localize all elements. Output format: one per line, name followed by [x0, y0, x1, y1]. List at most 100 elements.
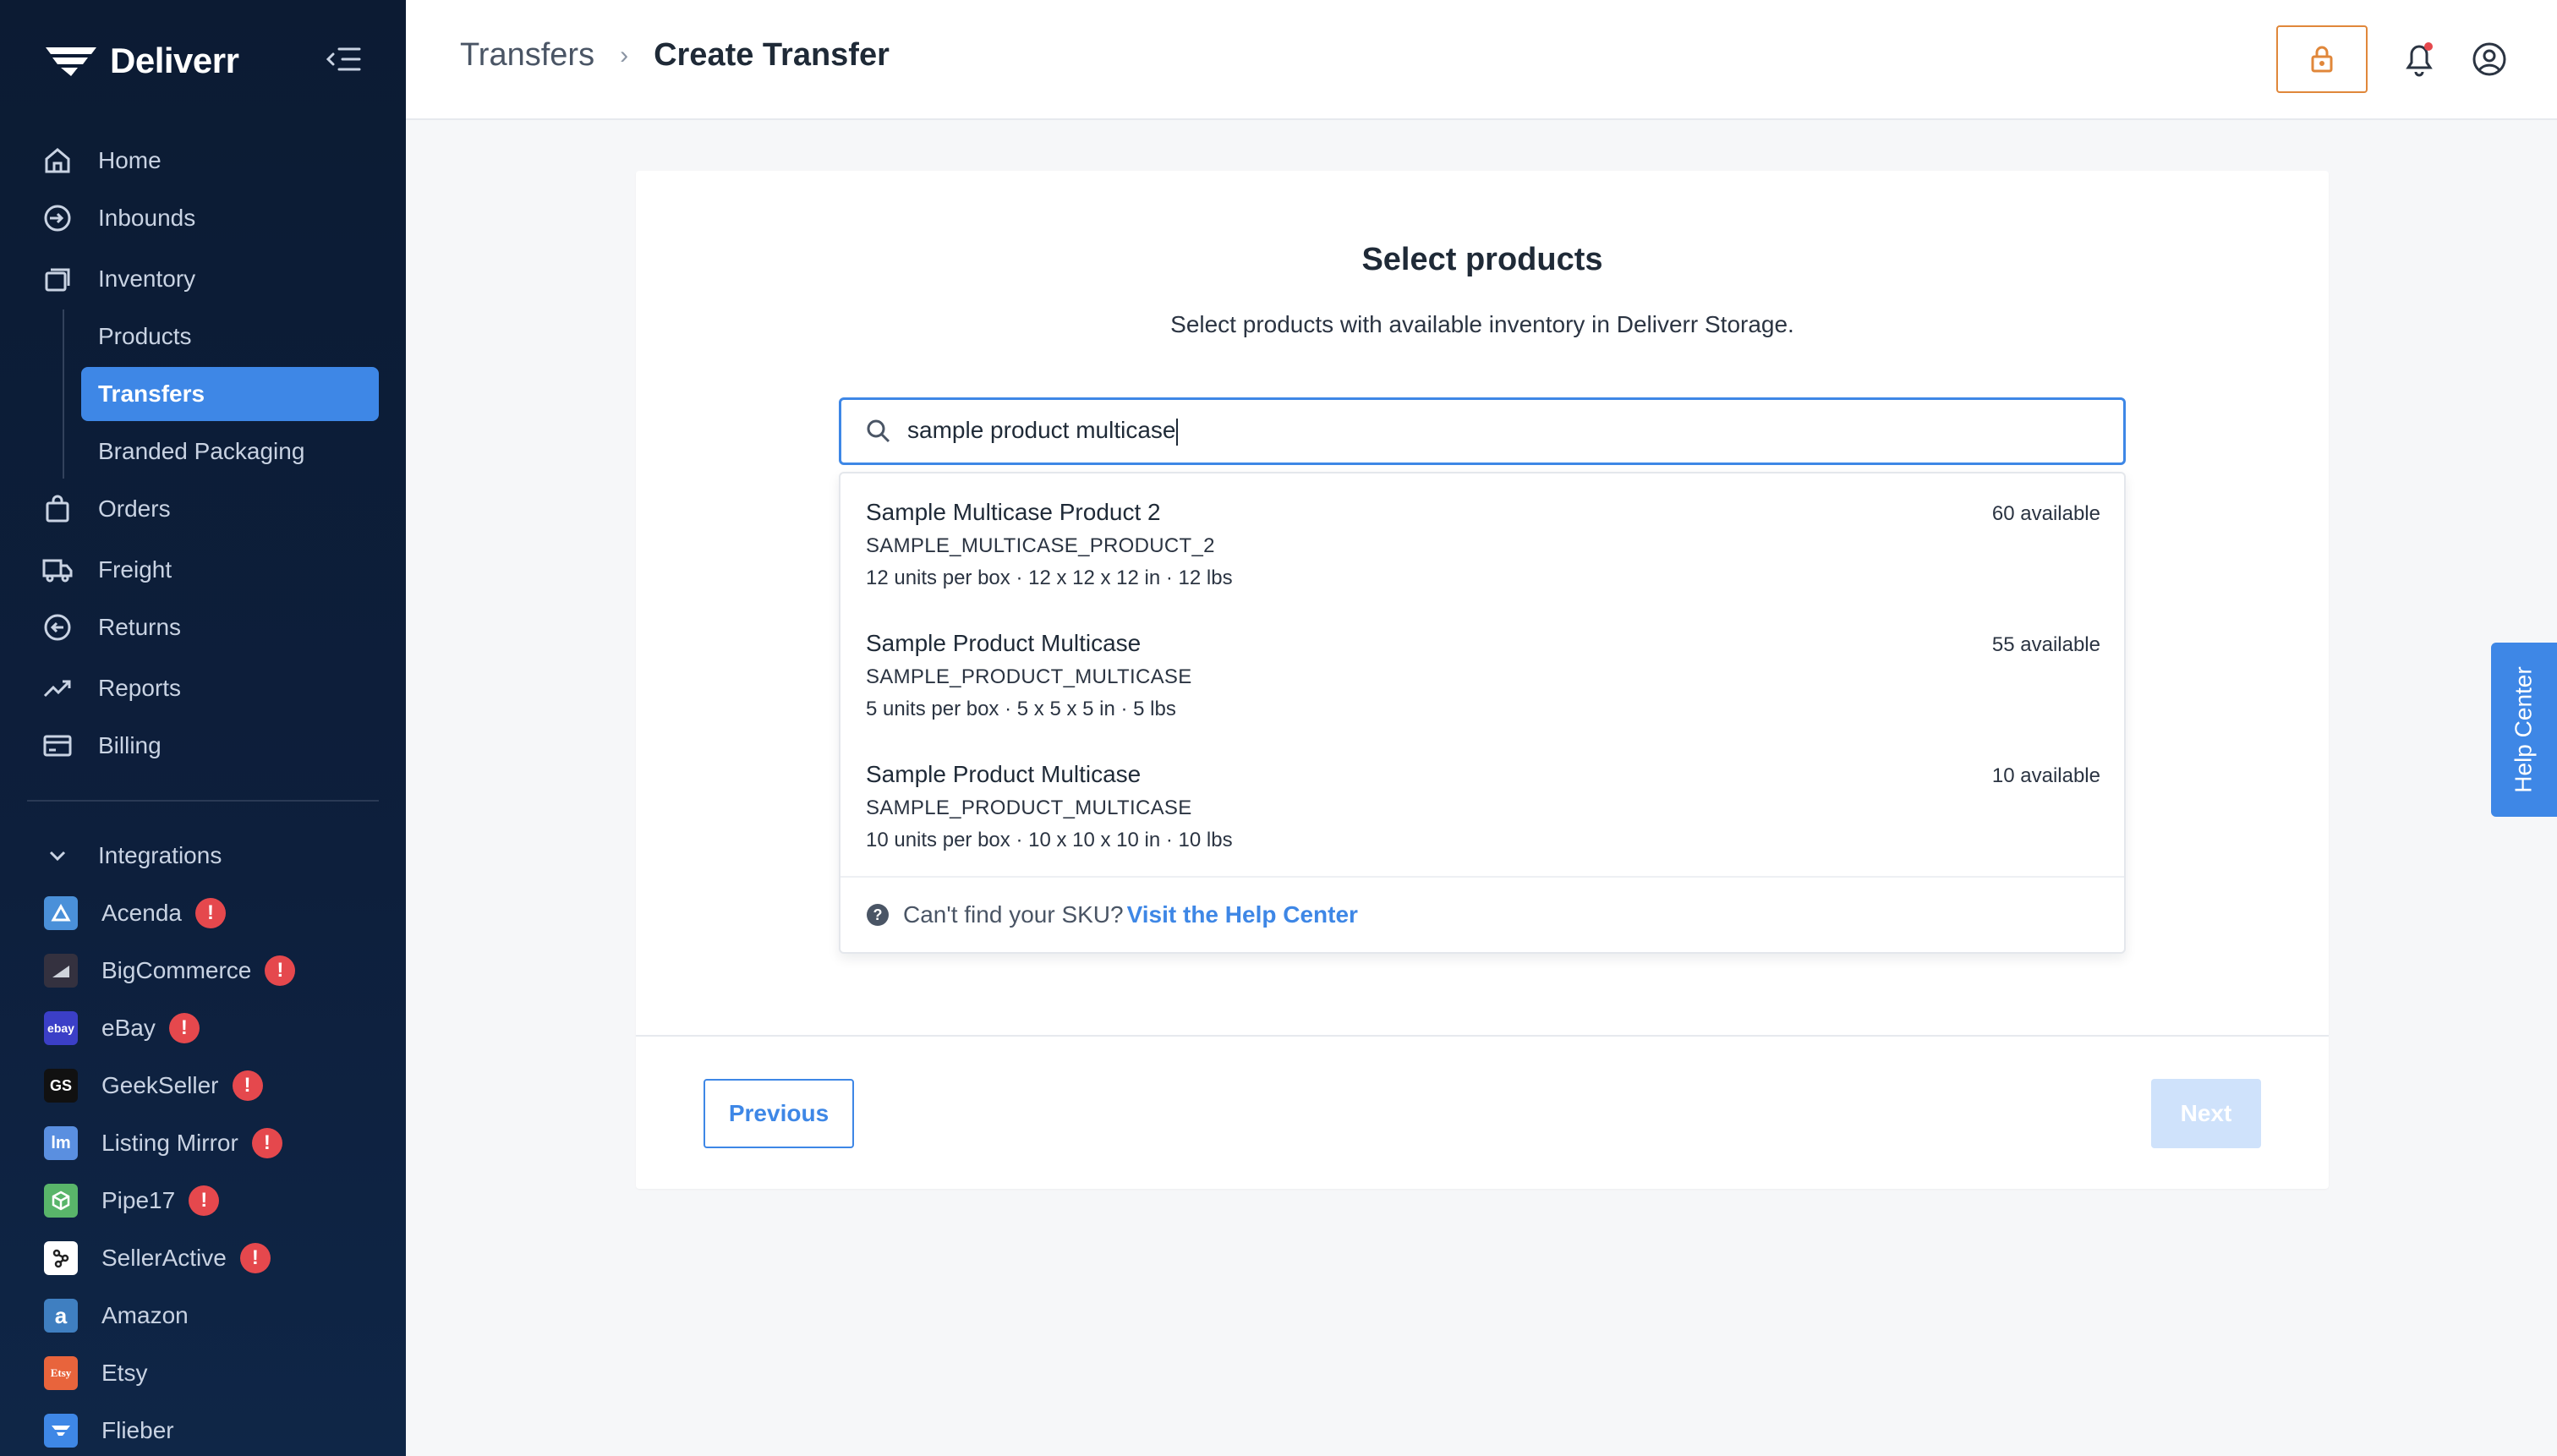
inbound-icon [41, 201, 74, 235]
integration-ebay[interactable]: ebay eBay ! [44, 1010, 200, 1047]
alert-icon: ! [194, 898, 226, 928]
integration-label: Amazon [101, 1302, 189, 1328]
integration-label: Pipe17 [101, 1187, 176, 1213]
result-details: 5 units per box · 5 x 5 x 5 in · 5 lbs [866, 698, 1176, 720]
shopping-bag-icon [41, 492, 74, 526]
help-prompt: Can't find your SKU? [903, 901, 1124, 928]
integration-label: Flieber [101, 1417, 174, 1443]
help-center-tab-label: Help Center [2510, 666, 2537, 793]
collapse-sidebar-button[interactable] [323, 42, 364, 76]
search-result-option[interactable]: Sample Multicase Product 2 SAMPLE_MULTIC… [866, 499, 2100, 626]
previous-button[interactable]: Previous [704, 1079, 854, 1148]
integration-label: BigCommerce [101, 957, 252, 983]
lock-icon [2311, 46, 2333, 73]
result-sku: SAMPLE_PRODUCT_MULTICASE [866, 665, 1192, 688]
nav-orders[interactable]: Orders [41, 485, 171, 533]
collapse-menu-icon [326, 47, 361, 71]
integration-bigcommerce[interactable]: BigCommerce ! [44, 952, 296, 989]
alert-icon: ! [265, 955, 296, 986]
next-button[interactable]: Next [2151, 1079, 2261, 1148]
integrations-toggle[interactable]: Integrations [41, 832, 222, 879]
result-availability: 10 available [1991, 764, 2100, 787]
return-icon [41, 610, 74, 644]
integration-geekseller[interactable]: GS GeekSeller ! [44, 1067, 263, 1104]
brand-logo[interactable]: Deliverr [44, 37, 239, 85]
trend-icon [41, 671, 74, 705]
top-bar: Transfers › Create Transfer [406, 0, 2557, 120]
integrations-header: Integrations [98, 842, 222, 868]
nav-billing-label: Billing [98, 732, 162, 758]
selleractive-logo-icon [44, 1241, 78, 1275]
nav-reports[interactable]: Reports [41, 665, 181, 712]
user-menu-button[interactable] [2467, 37, 2511, 81]
nav-transfers[interactable]: Transfers [81, 367, 379, 421]
nav-billing[interactable]: Billing [41, 722, 162, 769]
notifications-button[interactable] [2400, 37, 2440, 81]
pipe17-logo-icon [44, 1184, 78, 1218]
integration-pipe17[interactable]: Pipe17 ! [44, 1182, 220, 1219]
integration-flieber[interactable]: Flieber [44, 1412, 174, 1449]
bell-icon [2406, 42, 2433, 77]
user-avatar-icon [2472, 42, 2506, 76]
text-caret [1176, 418, 1179, 446]
integration-acenda[interactable]: Acenda ! [44, 895, 226, 932]
amazon-logo-icon: a [44, 1299, 78, 1333]
brand-name: Deliverr [110, 41, 239, 80]
product-search-input[interactable]: sample product multicase [839, 397, 2126, 465]
nav-inbounds[interactable]: Inbounds [41, 194, 195, 242]
alert-icon: ! [251, 1128, 282, 1158]
card-subtitle: Select products with available inventory… [1170, 311, 1794, 337]
lock-button[interactable] [2276, 25, 2368, 93]
select-products-card: Select products Select products with ava… [636, 171, 2329, 1189]
help-center-tab[interactable]: Help Center [2491, 643, 2557, 817]
help-center-link[interactable]: Visit the Help Center [1127, 901, 1358, 928]
result-sku: SAMPLE_MULTICASE_PRODUCT_2 [866, 534, 1215, 557]
footer-divider [636, 1035, 2329, 1037]
nav-returns-label: Returns [98, 614, 182, 640]
nav-inventory[interactable]: Inventory [41, 255, 195, 303]
breadcrumb: Transfers › Create Transfer [460, 37, 890, 74]
home-icon [41, 144, 74, 178]
integration-label: Etsy [101, 1360, 148, 1386]
svg-text:?: ? [873, 906, 883, 923]
dropdown-help-footer: ? Can't find your SKU? Visit the Help Ce… [840, 876, 2124, 952]
sidebar: Deliverr Home Inbounds Inventory Product… [0, 0, 406, 1456]
geekseller-logo-icon: GS [44, 1069, 78, 1103]
nav-products[interactable]: Products [98, 320, 192, 353]
alert-icon: ! [168, 1013, 200, 1043]
integration-label: GeekSeller [101, 1072, 219, 1098]
integration-label: Acenda [101, 900, 182, 926]
result-name: Sample Product Multicase [866, 630, 1142, 656]
nav-freight[interactable]: Freight [41, 546, 172, 594]
card-title: Select products [1361, 242, 1603, 277]
alert-icon: ! [189, 1185, 220, 1216]
result-details: 12 units per box · 12 x 12 x 12 in · 12 … [866, 567, 1233, 589]
nav-freight-label: Freight [98, 556, 172, 583]
sidebar-divider [27, 800, 379, 802]
result-name: Sample Product Multicase [866, 761, 1142, 787]
nav-home[interactable]: Home [41, 137, 162, 184]
breadcrumb-transfers-link[interactable]: Transfers [460, 37, 594, 74]
search-result-option[interactable]: Sample Product Multicase SAMPLE_PRODUCT_… [866, 761, 2100, 888]
truck-icon [41, 553, 74, 587]
credit-card-icon [41, 729, 74, 763]
nav-home-label: Home [98, 147, 162, 173]
acenda-logo-icon [44, 896, 78, 930]
nav-orders-label: Orders [98, 495, 171, 522]
integration-etsy[interactable]: Etsy Etsy [44, 1355, 147, 1392]
integration-label: eBay [101, 1015, 156, 1041]
integration-amazon[interactable]: a Amazon [44, 1297, 189, 1334]
integration-listing-mirror[interactable]: lm Listing Mirror ! [44, 1125, 282, 1162]
integration-label: SellerActive [101, 1245, 227, 1271]
submenu-rail [63, 309, 64, 479]
integration-selleractive[interactable]: SellerActive ! [44, 1240, 271, 1277]
nav-branded-packaging[interactable]: Branded Packaging [98, 435, 304, 468]
search-result-option[interactable]: Sample Product Multicase SAMPLE_PRODUCT_… [866, 630, 2100, 757]
search-icon [867, 419, 890, 443]
bigcommerce-logo-icon [44, 954, 78, 988]
search-value: sample product multicase [907, 417, 1176, 444]
chevron-down-icon [41, 839, 74, 873]
result-sku: SAMPLE_PRODUCT_MULTICASE [866, 796, 1192, 819]
integration-label: Listing Mirror [101, 1130, 238, 1156]
nav-returns[interactable]: Returns [41, 604, 181, 651]
